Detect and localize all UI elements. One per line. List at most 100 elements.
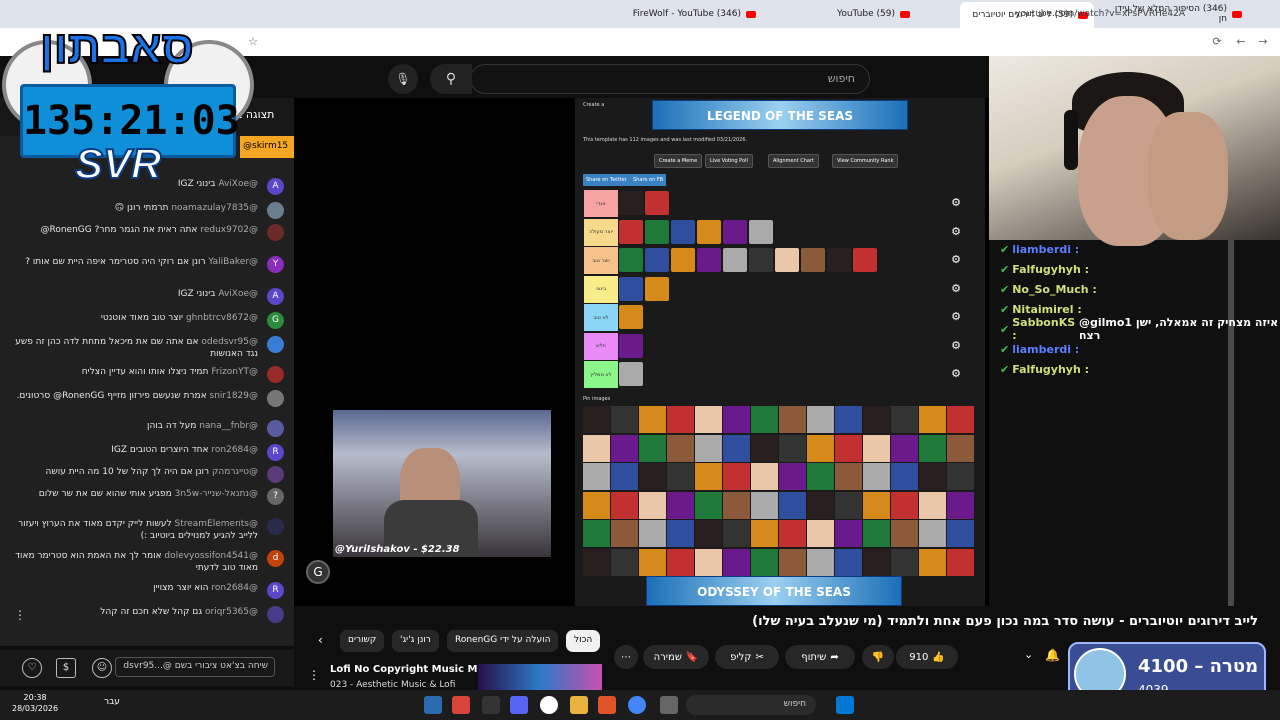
community-rank-button[interactable]: View Community Rank <box>832 154 899 168</box>
tier-thumbnail[interactable] <box>671 219 695 244</box>
gear-icon[interactable]: ⚙ <box>950 310 962 323</box>
pin-thumbnail[interactable] <box>807 491 834 519</box>
pin-thumbnail[interactable] <box>695 491 722 519</box>
avatar[interactable] <box>267 518 284 535</box>
chat-username[interactable]: @ghnbtrcv8672 <box>186 313 258 323</box>
pin-thumbnail[interactable] <box>639 434 666 462</box>
pin-thumbnail[interactable] <box>751 491 778 519</box>
gear-icon[interactable]: ⚙ <box>950 282 962 295</box>
pin-thumbnail[interactable] <box>751 520 778 547</box>
pin-thumbnail[interactable] <box>583 520 610 547</box>
pin-thumbnail[interactable] <box>751 434 778 462</box>
avatar[interactable]: ? <box>267 488 284 505</box>
gear-icon[interactable]: ⚙ <box>950 253 962 266</box>
save-button[interactable]: 🔖 שמירה <box>643 645 709 669</box>
pinned-message[interactable]: @skirm15 <box>240 136 294 158</box>
pin-thumbnail[interactable] <box>919 463 946 490</box>
tab-firewolf[interactable]: (346) FireWolf - YouTube <box>622 4 762 24</box>
pin-thumbnail[interactable] <box>863 406 890 433</box>
avatar[interactable] <box>267 466 284 483</box>
tier-row[interactable] <box>618 361 948 388</box>
pin-thumbnail[interactable] <box>667 406 694 433</box>
chat-username[interactable]: @snir1829 <box>210 391 259 401</box>
ad-banner-top[interactable]: LEGEND OF THE SEAS <box>652 100 908 130</box>
pin-thumbnail[interactable] <box>639 520 666 547</box>
media-player-icon[interactable] <box>540 696 558 714</box>
share-twitter-button[interactable]: Share on Twitter <box>583 174 630 186</box>
pin-thumbnail[interactable] <box>639 491 666 519</box>
pin-thumbnail[interactable] <box>639 406 666 433</box>
pin-thumbnail[interactable] <box>835 491 862 519</box>
avatar[interactable]: Y <box>267 256 284 273</box>
pin-thumbnail[interactable] <box>947 520 974 547</box>
pin-thumbnail[interactable] <box>695 406 722 433</box>
pin-thumbnail[interactable] <box>583 491 610 519</box>
pin-thumbnail[interactable] <box>807 434 834 462</box>
bell-icon[interactable]: 🔔 <box>1045 648 1060 662</box>
pin-thumbnail[interactable] <box>891 548 918 576</box>
pin-thumbnail[interactable] <box>835 463 862 490</box>
like-button[interactable]: 👍 910 <box>896 645 958 669</box>
tab-youtube[interactable]: (59) YouTube <box>776 4 916 24</box>
chat-username[interactable]: @StreamElements <box>174 519 258 529</box>
pin-thumbnail[interactable] <box>695 463 722 490</box>
tier-row[interactable] <box>618 218 948 246</box>
dislike-button[interactable]: 👎 <box>862 645 894 669</box>
tier-thumbnail[interactable] <box>619 305 643 329</box>
chevron-down-icon[interactable]: ⌄ <box>1024 648 1033 661</box>
tier-thumbnail[interactable] <box>619 191 643 215</box>
pin-thumbnail[interactable] <box>723 548 750 576</box>
tier-thumbnail[interactable] <box>697 248 721 272</box>
chat-username[interactable]: @AviXoe <box>218 179 258 189</box>
pin-thumbnail[interactable] <box>611 434 638 462</box>
avatar[interactable] <box>267 224 284 241</box>
clip-button[interactable]: ✂ קליפ <box>715 645 779 669</box>
pin-thumbnail[interactable] <box>751 548 778 576</box>
tier-thumbnail[interactable] <box>619 248 643 272</box>
avatar[interactable]: A <box>267 288 284 305</box>
pin-thumbnail[interactable] <box>807 548 834 576</box>
app-icon-1[interactable] <box>452 696 470 714</box>
chat-username[interactable]: @odedsvr95 <box>201 337 258 347</box>
pin-thumbnail[interactable] <box>919 406 946 433</box>
gear-icon[interactable]: ⚙ <box>950 196 962 209</box>
pin-thumbnail[interactable] <box>723 406 750 433</box>
chip-related[interactable]: קשורים <box>340 630 385 652</box>
pin-thumbnail[interactable] <box>695 434 722 462</box>
avatar[interactable]: d <box>267 550 284 567</box>
tier-thumbnail[interactable] <box>827 248 851 272</box>
right-scrollbar[interactable] <box>1228 240 1234 606</box>
app-icon-2[interactable] <box>482 696 500 714</box>
tier-thumbnail[interactable] <box>749 219 773 244</box>
super-chat-icon[interactable]: $ <box>56 658 76 678</box>
pin-thumbnail[interactable] <box>751 463 778 490</box>
yt-search-input[interactable]: חיפוש <box>470 64 870 94</box>
gear-icon[interactable]: ⚙ <box>950 367 962 380</box>
search-icon[interactable]: ⚲ <box>430 64 472 94</box>
pin-thumbnail[interactable] <box>667 463 694 490</box>
music-more-icon[interactable]: ⋮ <box>308 668 320 682</box>
pin-thumbnail[interactable] <box>863 434 890 462</box>
pin-thumbnail[interactable] <box>695 548 722 576</box>
pin-thumbnail[interactable] <box>835 434 862 462</box>
pin-thumbnail[interactable] <box>891 434 918 462</box>
tier-row[interactable] <box>618 304 948 331</box>
tier-thumbnail[interactable] <box>645 276 669 301</box>
avatar[interactable]: A <box>267 178 284 195</box>
chrome-icon[interactable] <box>628 696 646 714</box>
tier-row[interactable] <box>618 332 948 360</box>
pin-thumbnail[interactable] <box>835 520 862 547</box>
pin-thumbnail[interactable] <box>919 491 946 519</box>
chip-all[interactable]: הכול <box>566 630 601 652</box>
pin-thumbnail[interactable] <box>583 406 610 433</box>
pin-thumbnail[interactable] <box>639 548 666 576</box>
live-voting-button[interactable]: Live Voting Poll <box>705 154 753 168</box>
pin-thumbnail[interactable] <box>611 520 638 547</box>
chat-username[interactable]: @טייגרמהק <box>212 467 258 477</box>
pin-thumbnail[interactable] <box>835 548 862 576</box>
pin-thumbnail[interactable] <box>695 520 722 547</box>
pin-thumbnail[interactable] <box>891 406 918 433</box>
language-indicator[interactable]: עבר <box>104 697 120 707</box>
create-meme-button[interactable]: Create a Meme <box>654 154 703 168</box>
pin-thumbnail[interactable] <box>863 491 890 519</box>
